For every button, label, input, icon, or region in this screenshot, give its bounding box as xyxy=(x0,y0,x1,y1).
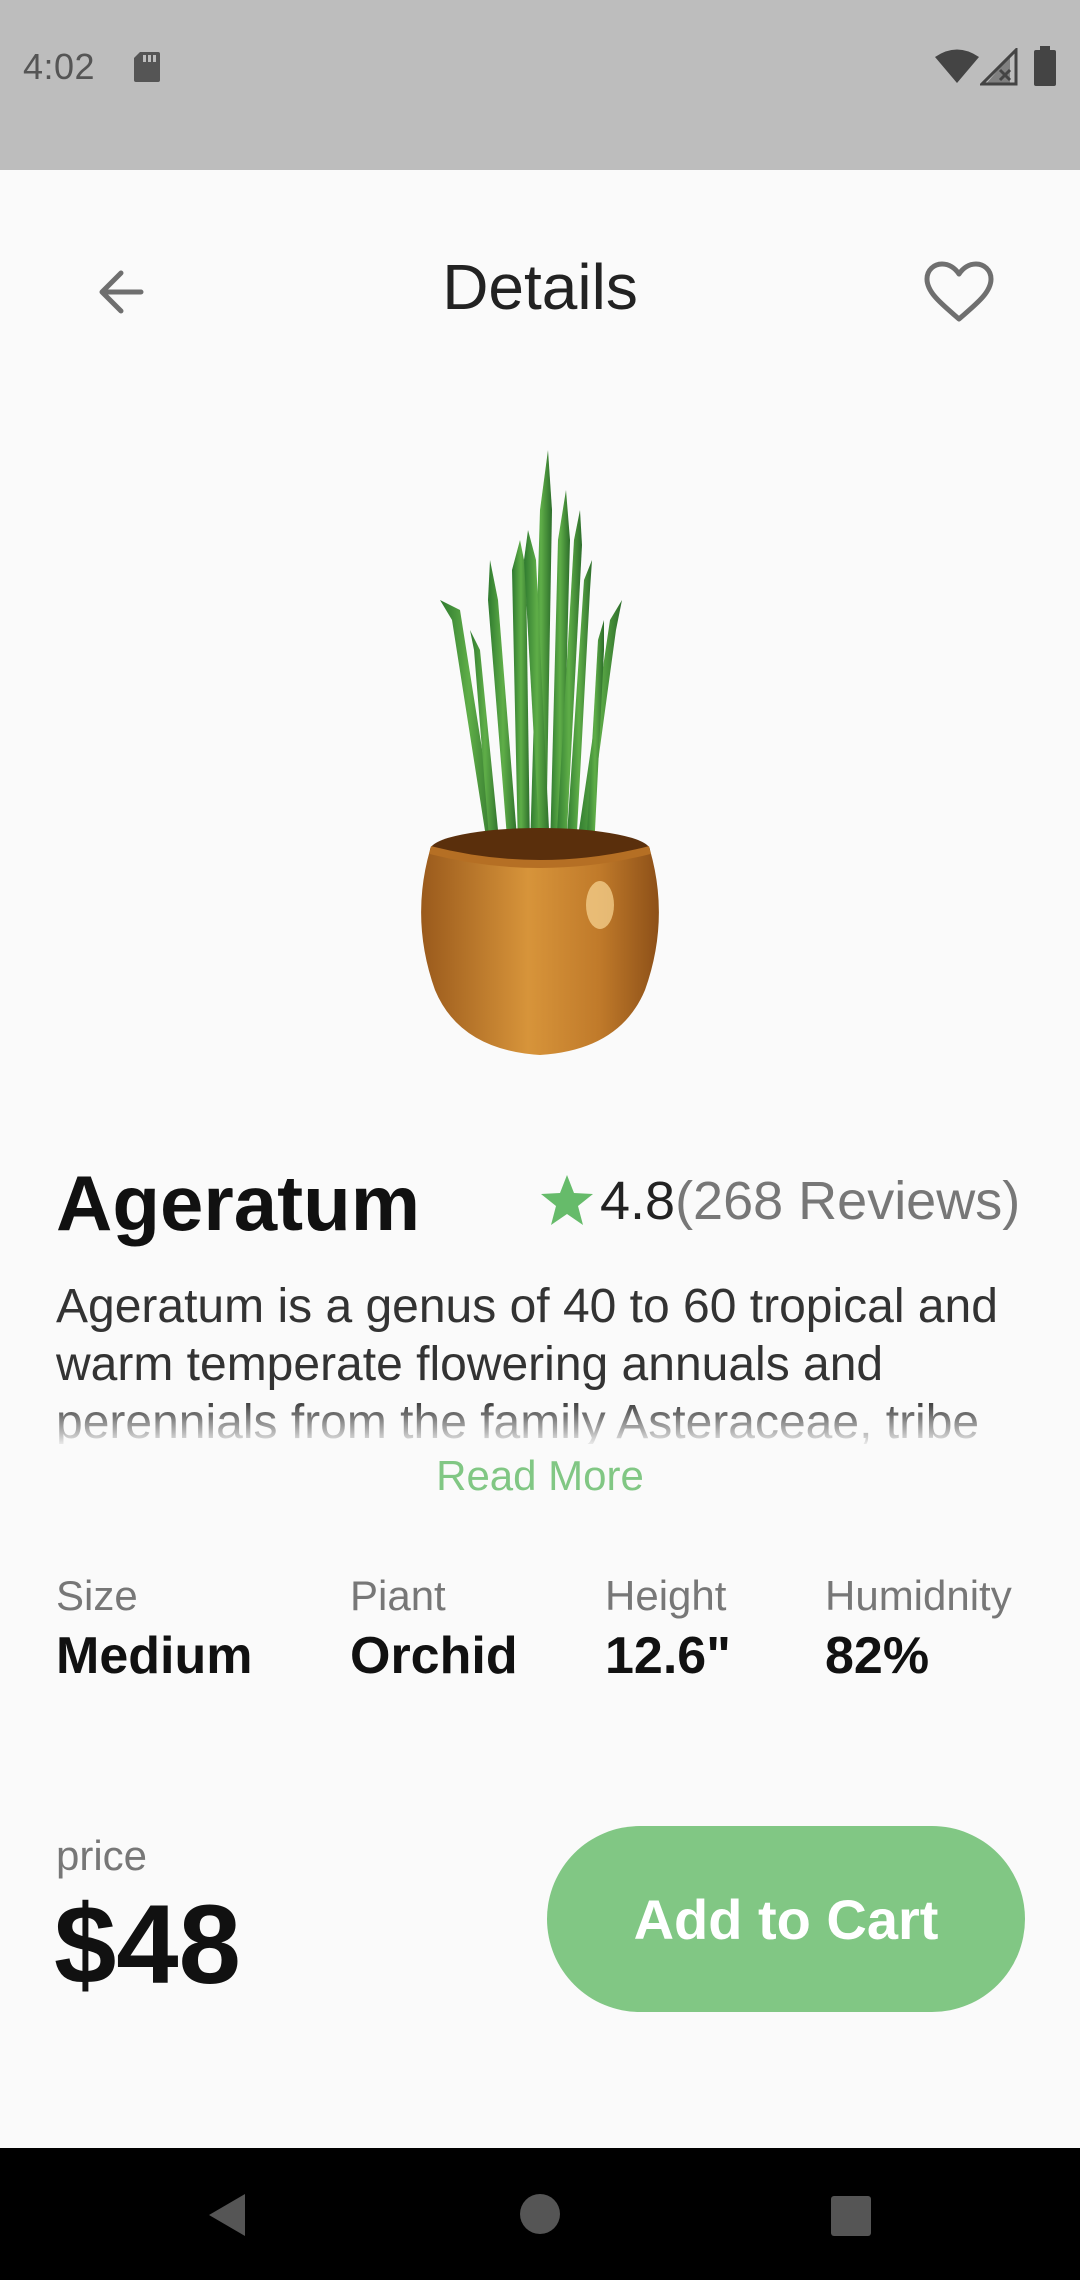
sd-card-icon xyxy=(134,52,160,82)
review-count: (268 Reviews) xyxy=(675,1171,1021,1231)
price-label: price xyxy=(56,1832,148,1879)
star-icon xyxy=(541,1175,593,1225)
spec-label: Height xyxy=(605,1572,727,1619)
heart-outline-icon xyxy=(924,261,994,322)
spec-label: Size xyxy=(56,1572,138,1619)
spec-height: Height 12.6" xyxy=(605,1572,731,1686)
description-fade xyxy=(56,1400,1036,1446)
rating-value: 4.8 xyxy=(600,1171,676,1231)
product-details-screen: 4:02 Details Ageratum 4.8 (268 Reviews) … xyxy=(0,0,1080,2280)
price-value: $48 xyxy=(54,1882,241,2007)
spec-label: Humidnity xyxy=(825,1572,1012,1619)
plant-image xyxy=(421,450,659,1055)
spec-value: Orchid xyxy=(350,1627,518,1685)
spec-size: Size Medium xyxy=(56,1572,252,1686)
favorite-button[interactable] xyxy=(918,256,1000,330)
back-triangle-icon[interactable] xyxy=(205,2192,247,2238)
status-bar: 4:02 xyxy=(0,0,1080,170)
spec-value: 82% xyxy=(825,1627,930,1685)
spec-value: Medium xyxy=(56,1627,253,1685)
spec-label: Piant xyxy=(350,1572,446,1619)
wifi-icon xyxy=(935,49,979,83)
signal-icon xyxy=(980,48,1018,86)
add-to-cart-button[interactable]: Add to Cart xyxy=(547,1826,1025,2012)
battery-icon xyxy=(1034,46,1056,86)
spec-plant: Piant Orchid xyxy=(350,1572,518,1686)
plant-name: Ageratum xyxy=(56,1159,421,1247)
spec-humidity: Humidnity 82% xyxy=(825,1572,1012,1686)
home-circle-icon[interactable] xyxy=(519,2193,561,2235)
status-time: 4:02 xyxy=(23,46,96,87)
read-more-link[interactable]: Read More xyxy=(0,1452,1080,1500)
recents-square-icon[interactable] xyxy=(830,2195,872,2237)
spec-value: 12.6" xyxy=(605,1627,731,1685)
rating: 4.8 (268 Reviews) xyxy=(538,1170,1020,1232)
